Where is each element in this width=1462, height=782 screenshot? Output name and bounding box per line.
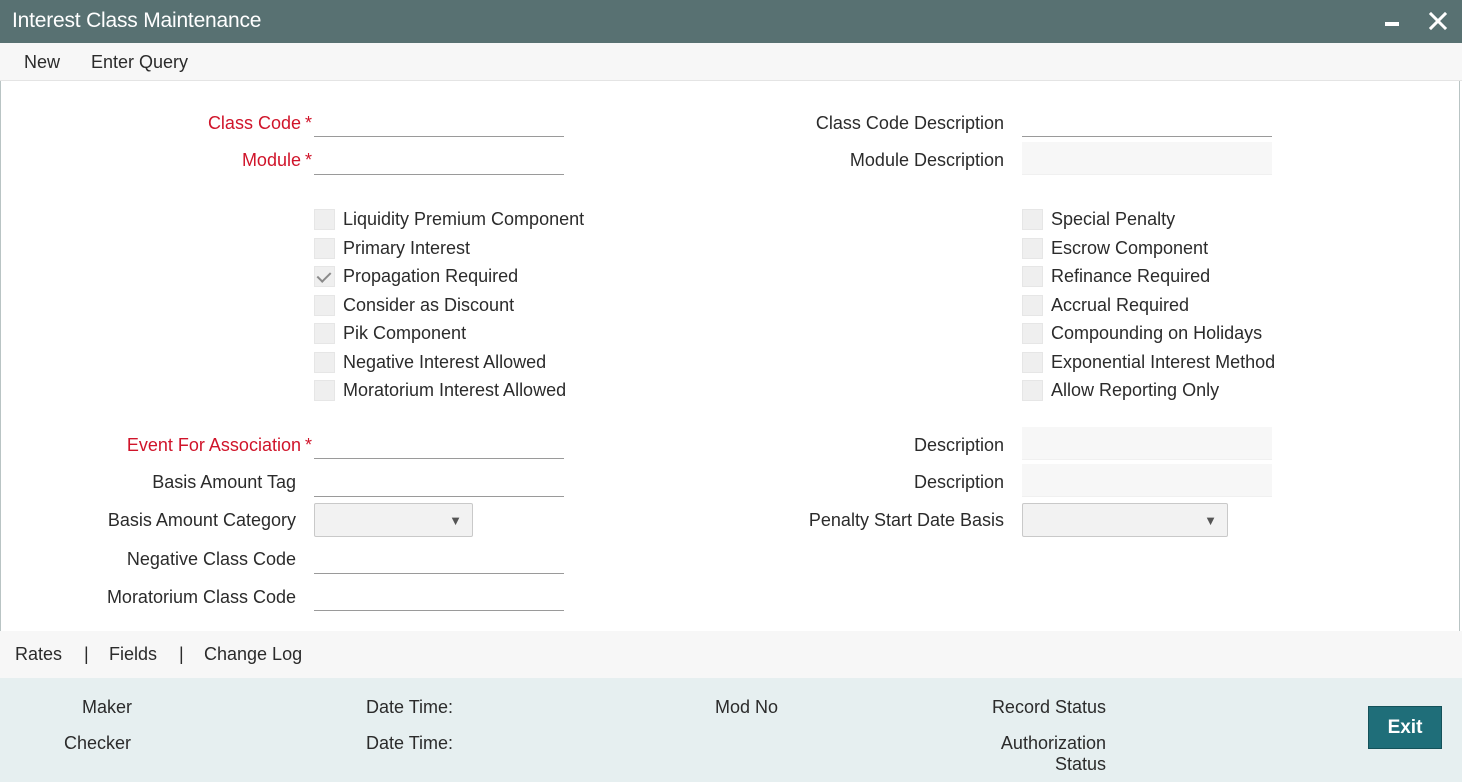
checkbox-label: Refinance Required xyxy=(1051,266,1211,286)
negative-interest-allowed-checkbox[interactable] xyxy=(314,352,335,373)
checkbox-label: Escrow Component xyxy=(1051,238,1209,258)
propagation-required-checkbox[interactable] xyxy=(314,266,335,287)
tab-rates[interactable]: Rates xyxy=(15,644,62,665)
primary-interest-checkbox[interactable] xyxy=(314,238,335,259)
chevron-down-icon: ▼ xyxy=(1204,513,1217,528)
liquidity-premium-component-checkbox[interactable] xyxy=(314,209,335,230)
refinance-required-checkbox[interactable] xyxy=(1022,266,1043,287)
basis-amount-tag-input[interactable] xyxy=(314,470,564,497)
tab-fields[interactable]: Fields xyxy=(109,644,157,665)
moratorium-class-code-input[interactable] xyxy=(314,584,564,611)
accrual-required-checkbox[interactable] xyxy=(1022,295,1043,316)
mod-no-label: Mod No xyxy=(715,697,779,717)
module-description-input xyxy=(1022,142,1272,175)
class-code-input[interactable] xyxy=(314,110,564,137)
exit-button[interactable]: Exit xyxy=(1368,706,1442,749)
minimize-icon[interactable] xyxy=(1378,6,1406,36)
subsystem-tabs-bar: Rates | Fields | Change Log xyxy=(0,631,1462,678)
checkbox-label: Pik Component xyxy=(343,323,467,343)
record-status-label: Record Status xyxy=(991,697,1106,717)
basis-amount-tag-label: Basis Amount Tag xyxy=(152,472,296,492)
checkbox-label: Negative Interest Allowed xyxy=(343,352,547,372)
penalty-start-date-basis-select[interactable]: ▼ xyxy=(1022,503,1228,537)
consider-as-discount-checkbox[interactable] xyxy=(314,295,335,316)
negative-class-code-label: Negative Class Code xyxy=(126,549,296,569)
checker-date-time-label: Date Time: xyxy=(366,733,454,753)
tab-separator: | xyxy=(179,644,184,664)
checkbox-label: Allow Reporting Only xyxy=(1051,380,1220,400)
escrow-component-checkbox[interactable] xyxy=(1022,238,1043,259)
new-menu-item[interactable]: New xyxy=(24,52,60,73)
menu-bar: New Enter Query xyxy=(0,43,1462,81)
class-code-label: Class Code * xyxy=(207,113,312,133)
moratorium-class-code-label: Moratorium Class Code xyxy=(106,587,296,607)
authorization-status-label: Authorization Status xyxy=(1000,733,1106,774)
checkbox-label: Moratorium Interest Allowed xyxy=(343,380,567,400)
event-for-association-input[interactable] xyxy=(314,432,564,459)
compounding-on-holidays-checkbox[interactable] xyxy=(1022,323,1043,344)
module-label: Module * xyxy=(241,150,312,170)
module-description-label: Module Description xyxy=(849,150,1004,170)
checkbox-label: Exponential Interest Method xyxy=(1051,352,1276,372)
class-code-description-input[interactable] xyxy=(1022,110,1272,137)
close-icon[interactable] xyxy=(1424,6,1452,36)
exponential-interest-method-checkbox[interactable] xyxy=(1022,352,1043,373)
checkbox-label: Liquidity Premium Component xyxy=(343,209,585,229)
chevron-down-icon: ▼ xyxy=(449,513,462,528)
checkbox-label: Consider as Discount xyxy=(343,295,515,315)
checkbox-label: Compounding on Holidays xyxy=(1051,323,1263,343)
maker-label: Maker xyxy=(82,697,133,717)
tab-separator: | xyxy=(84,644,89,664)
audit-footer: Maker Checker Date Time: Date Time: Mod … xyxy=(0,678,1462,782)
checker-label: Checker xyxy=(64,733,132,753)
enter-query-menu-item[interactable]: Enter Query xyxy=(91,52,188,73)
module-input[interactable] xyxy=(314,148,564,175)
moratorium-interest-allowed-checkbox[interactable] xyxy=(314,380,335,401)
special-penalty-checkbox[interactable] xyxy=(1022,209,1043,230)
basis-amount-tag-description-input xyxy=(1022,464,1272,497)
checkbox-label: Accrual Required xyxy=(1051,295,1190,315)
basis-amount-category-label: Basis Amount Category xyxy=(107,510,296,530)
window-title: Interest Class Maintenance xyxy=(12,9,262,32)
basis-amount-category-select[interactable]: ▼ xyxy=(314,503,473,537)
maker-date-time-label: Date Time: xyxy=(366,697,454,717)
checkbox-label: Propagation Required xyxy=(343,266,519,286)
class-code-description-label: Class Code Description xyxy=(815,113,1004,133)
allow-reporting-only-checkbox[interactable] xyxy=(1022,380,1043,401)
checkbox-label: Special Penalty xyxy=(1051,209,1176,229)
negative-class-code-input[interactable] xyxy=(314,547,564,574)
tab-change-log[interactable]: Change Log xyxy=(204,644,302,665)
pik-component-checkbox[interactable] xyxy=(314,323,335,344)
checkbox-label: Primary Interest xyxy=(343,238,471,258)
event-for-association-label: Event For Association * xyxy=(126,435,312,455)
event-description-label: Description xyxy=(913,435,1004,455)
title-bar: Interest Class Maintenance xyxy=(0,0,1462,43)
basis-amount-tag-description-label: Description xyxy=(913,472,1004,492)
event-description-input xyxy=(1022,427,1272,460)
penalty-start-date-basis-label: Penalty Start Date Basis xyxy=(808,510,1004,530)
